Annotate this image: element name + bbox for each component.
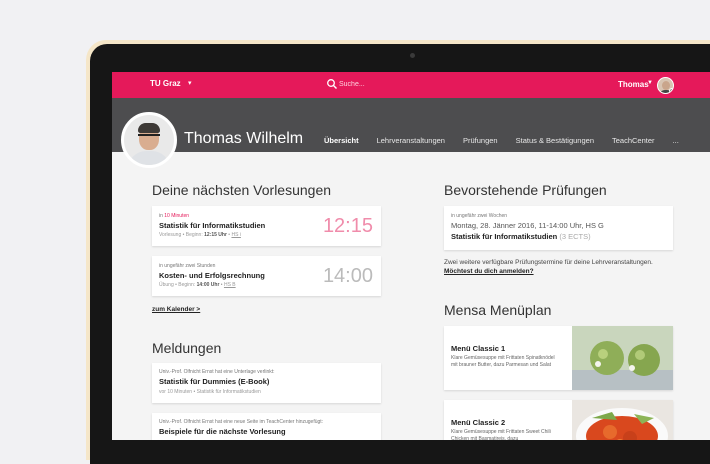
mensa-title: Mensa Menüplan — [444, 302, 552, 318]
calendar-link[interactable]: zum Kalender > — [152, 306, 200, 313]
lecture-time: 14:00 — [322, 265, 373, 287]
profile-name: Thomas Wilhelm — [184, 130, 304, 147]
exam-card[interactable]: in ungefähr zwei Wochen Montag, 28. Jänn… — [444, 206, 673, 250]
menu-card[interactable]: Menü Classic 1 Klare Gemüsesuppe mit Fri… — [444, 326, 673, 390]
caret-down-icon[interactable]: ▾ — [188, 79, 192, 87]
exams-title: Bevorstehende Prüfungen — [444, 182, 607, 198]
brand-menu[interactable]: TU Graz — [150, 79, 181, 88]
caret-down-icon[interactable]: ▼ — [647, 80, 653, 86]
tab-overview[interactable]: Übersicht — [324, 136, 359, 152]
menu-title: Menü Classic 1 — [451, 344, 506, 353]
menu-desc: Klare Gemüsesuppe mit Frittaten Sweet Ch… — [451, 429, 551, 440]
tab-more[interactable]: ... — [673, 136, 679, 152]
user-menu[interactable]: Thomas — [618, 80, 649, 89]
top-bar: TU Graz ▾ Thomas ▼ — [112, 72, 710, 98]
status-icon — [669, 88, 673, 93]
tab-exams[interactable]: Prüfungen — [463, 136, 498, 152]
news-title: Meldungen — [152, 340, 222, 356]
camera-icon — [410, 53, 415, 58]
search-icon[interactable] — [326, 78, 338, 90]
profile-photo — [121, 112, 177, 168]
exam-note: Zwei weitere verfügbare Prüfungstermine … — [444, 259, 653, 266]
news-card[interactable]: Univ.-Prof. Olfnicht Ernst hat eine neue… — [152, 413, 381, 440]
news-item-title: Statistik für Dummies (E-Book) — [159, 377, 270, 386]
tab-bar: Übersicht Lehrveranstaltungen Prüfungen … — [324, 136, 697, 152]
lecture-time: 12:15 — [322, 215, 373, 237]
exam-register-link[interactable]: Möchtest du dich anmelden? — [444, 268, 534, 275]
avatar[interactable] — [657, 77, 674, 94]
tab-teachcenter[interactable]: TeachCenter — [612, 136, 655, 152]
menu-desc: Klare Gemüsesuppe mit Frittaten Spinatkn… — [451, 355, 555, 368]
exam-course: Statistik für Informatikstudien — [451, 232, 558, 241]
lecture-title: Statistik für Informatikstudien — [159, 221, 266, 230]
menu-card[interactable]: Menü Classic 2 Klare Gemüsesuppe mit Fri… — [444, 400, 673, 440]
food-photo-chicken — [572, 400, 673, 440]
tab-status[interactable]: Status & Bestätigungen — [516, 136, 594, 152]
lectures-title: Deine nächsten Vorlesungen — [152, 182, 332, 198]
exam-date: Montag, 28. Jänner 2016, 11-14:00 Uhr, H… — [451, 221, 604, 230]
tab-courses[interactable]: Lehrveranstaltungen — [377, 136, 445, 152]
menu-title: Menü Classic 2 — [451, 418, 506, 427]
screen: TU Graz ▾ Thomas ▼ Thomas Wilhelm Übersi… — [112, 72, 710, 440]
news-item-title: Beispiele für die nächste Vorlesung — [159, 427, 286, 436]
news-card[interactable]: Univ.-Prof. Olfnicht Ernst hat eine Unte… — [152, 363, 381, 403]
food-photo-dumplings — [572, 326, 673, 390]
search-input[interactable] — [339, 78, 429, 91]
lecture-title: Kosten- und Erfolgsrechnung — [159, 271, 265, 280]
lecture-card[interactable]: in 10 Minuten Statistik für Informatikst… — [152, 206, 381, 246]
lecture-card[interactable]: in ungefähr zwei Stunden Kosten- und Erf… — [152, 256, 381, 296]
